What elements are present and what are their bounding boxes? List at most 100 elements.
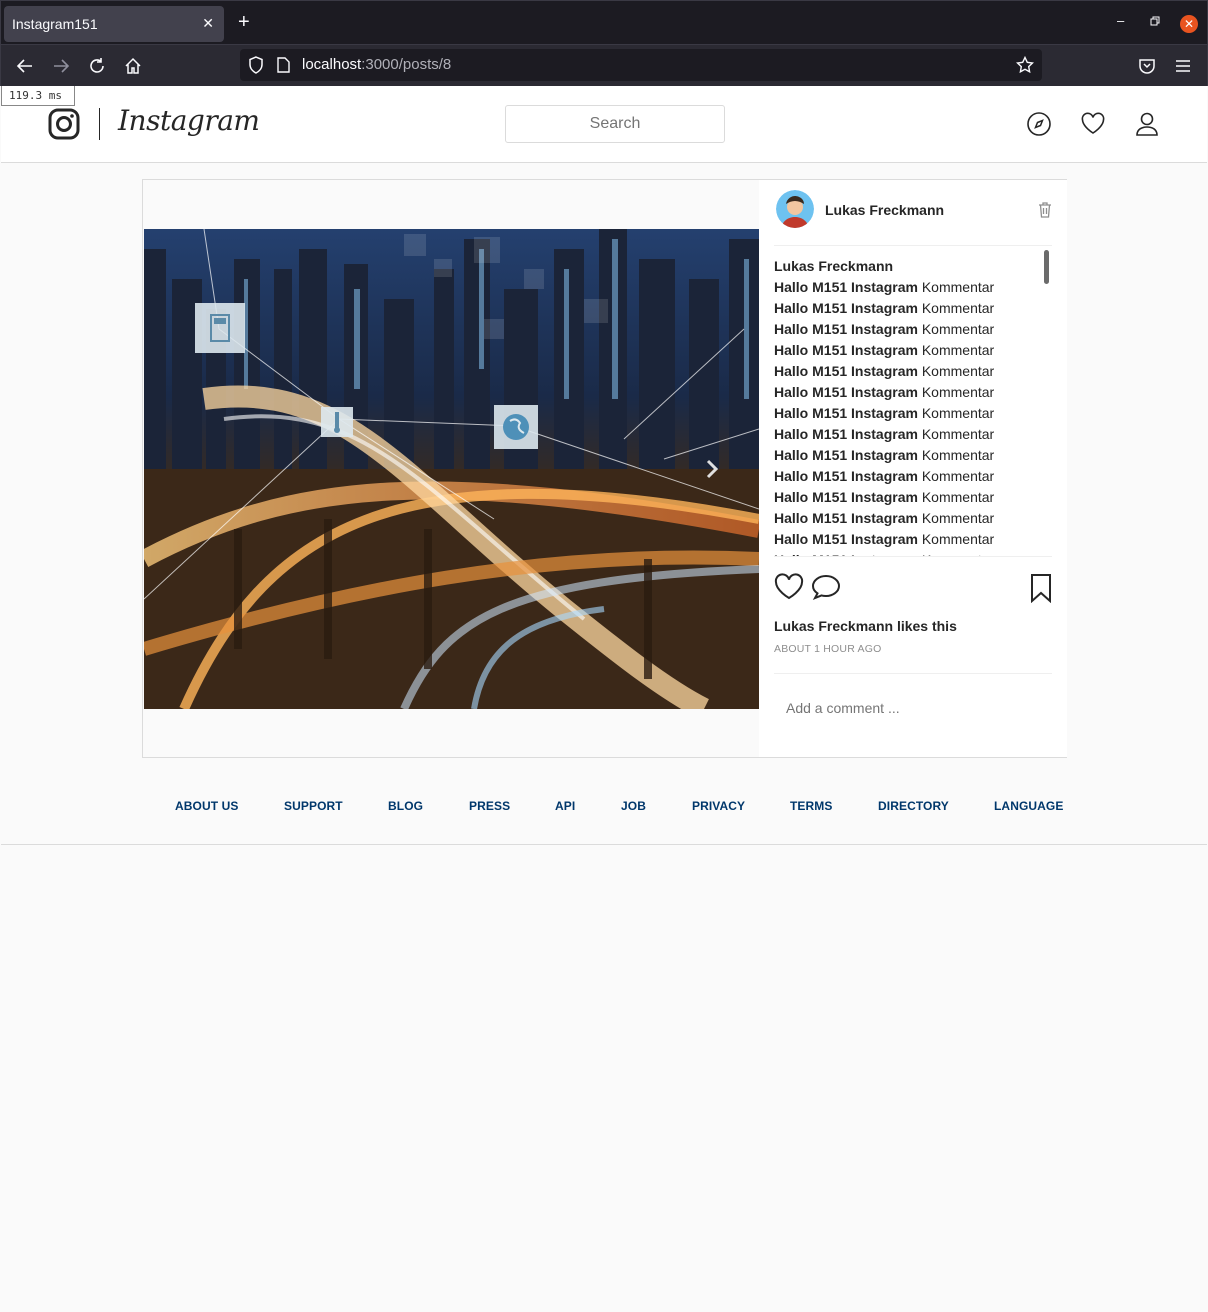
tab-title: Instagram151 (12, 16, 98, 32)
comment-input[interactable] (774, 690, 1052, 726)
home-icon[interactable] (121, 54, 145, 78)
post-author-name[interactable]: Lukas Freckmann (825, 202, 944, 218)
browser-navbar: localhost:3000/posts/8 (0, 45, 1208, 86)
comment-bubble-icon[interactable] (811, 574, 841, 605)
comment-text: Kommentar (921, 405, 995, 421)
comment-text: Kommentar (921, 300, 995, 316)
caption: Lukas Freckmann (774, 258, 894, 274)
comment-row: Hallo M151 Instagram Kommentar (774, 466, 1052, 487)
browser-tabbar: Instagram151 ✕ + – ✕ (0, 0, 1208, 45)
reload-icon[interactable] (85, 54, 109, 78)
comment-user[interactable]: Hallo M151 Instagram (774, 300, 918, 316)
pocket-icon[interactable] (1135, 54, 1159, 78)
window-close-icon[interactable]: ✕ (1180, 15, 1198, 33)
footer-link-directory[interactable]: DIRECTORY (878, 799, 949, 813)
comment-user[interactable]: Hallo M151 Instagram (774, 342, 918, 358)
tab-close-icon[interactable]: ✕ (202, 15, 214, 32)
delete-trash-icon[interactable] (1038, 202, 1052, 223)
page: 119.3 ms Instagram Search Lukas Freckman… (1, 86, 1207, 1311)
comment-row: Hallo M151 Instagram Kommentar (774, 319, 1052, 340)
timing-badge: 119.3 ms (1, 86, 75, 106)
comment-divider (774, 673, 1052, 674)
comment-row: Hallo M151 Instagram Kommentar (774, 550, 1052, 556)
bookmark-star-icon[interactable] (1015, 55, 1035, 78)
logo-divider (99, 108, 100, 140)
comment-row: Hallo M151 Instagram Kommentar (774, 529, 1052, 550)
forward-icon[interactable] (49, 54, 73, 78)
post-author-row: Lukas Freckmann (774, 190, 1052, 246)
avatar[interactable] (776, 190, 814, 228)
menu-icon[interactable] (1171, 54, 1195, 78)
comment-row: Hallo M151 Instagram Kommentar (774, 424, 1052, 445)
comment-row: Hallo M151 Instagram Kommentar (774, 361, 1052, 382)
comment-row: Hallo M151 Instagram Kommentar (774, 298, 1052, 319)
comment-row: Hallo M151 Instagram Kommentar (774, 382, 1052, 403)
footer-link-job[interactable]: JOB (621, 799, 646, 813)
footer-link-about-us[interactable]: ABOUT US (175, 799, 238, 813)
footer-link-press[interactable]: PRESS (469, 799, 510, 813)
comment-text: Kommentar (921, 342, 995, 358)
comment-text: Kommentar (921, 447, 995, 463)
back-icon[interactable] (13, 54, 37, 78)
url-bar[interactable]: localhost:3000/posts/8 (240, 49, 1042, 81)
comment-text: Kommentar (922, 552, 994, 556)
comment-row: Hallo M151 Instagram Kommentar (774, 508, 1052, 529)
post-actions (774, 573, 1052, 606)
comment-row: Hallo M151 Instagram Kommentar (774, 340, 1052, 361)
comment-text: Kommentar (921, 426, 995, 442)
post-image[interactable] (144, 229, 759, 709)
minimize-icon[interactable]: – (1117, 13, 1124, 28)
comment-text: Kommentar (921, 531, 995, 547)
post-sidebar: Lukas Freckmann Lukas Freckmann Hallo M1… (759, 180, 1067, 757)
comment-user[interactable]: Hallo M151 Instagram (774, 489, 918, 505)
comment-user[interactable]: Hallo M151 Instagram (774, 384, 918, 400)
comment-user[interactable]: Hallo M151 Instagram (774, 279, 918, 295)
footer-link-terms[interactable]: TERMS (790, 799, 833, 813)
browser-tab[interactable]: Instagram151 ✕ (4, 6, 224, 42)
new-tab-icon[interactable]: + (238, 12, 250, 32)
shield-icon[interactable] (248, 56, 264, 78)
comment-row: Hallo M151 Instagram Kommentar (774, 403, 1052, 424)
like-heart-icon[interactable] (774, 573, 804, 606)
comment-row: Hallo M151 Instagram Kommentar (774, 445, 1052, 466)
comment-user[interactable]: Hallo M151 Instagram (774, 363, 918, 379)
comment-user[interactable]: Hallo M151 Instagram (774, 426, 918, 442)
comment-text: Kommentar (921, 510, 995, 526)
comment-row: Hallo M151 Instagram Kommentar (774, 487, 1052, 508)
comment-text: Kommentar (921, 321, 995, 337)
footer-link-blog[interactable]: BLOG (388, 799, 423, 813)
restore-icon[interactable] (1150, 14, 1160, 29)
comment-user[interactable]: Hallo M151 Instagram (774, 552, 918, 556)
footer-link-language[interactable]: LANGUAGE (994, 799, 1063, 813)
post-timestamp: ABOUT 1 HOUR AGO (774, 643, 882, 655)
comment-user[interactable]: Hallo M151 Instagram (774, 468, 918, 484)
likes-text[interactable]: Lukas Freckmann likes this (774, 618, 957, 634)
explore-compass-icon[interactable] (1026, 111, 1052, 137)
site-header: Instagram (1, 86, 1207, 163)
comment-text: Kommentar (921, 279, 995, 295)
save-bookmark-icon[interactable] (1030, 573, 1052, 608)
page-icon (277, 57, 290, 77)
comment-text: Kommentar (921, 384, 995, 400)
comment-user[interactable]: Hallo M151 Instagram (774, 405, 918, 421)
comment-text: Kommentar (921, 489, 995, 505)
search-input[interactable] (505, 105, 725, 143)
instagram-camera-icon[interactable] (48, 108, 80, 145)
activity-heart-icon[interactable] (1080, 111, 1106, 137)
comment-user[interactable]: Hallo M151 Instagram (774, 510, 918, 526)
comment-user[interactable]: Hallo M151 Instagram (774, 447, 918, 463)
comment-row: Hallo M151 Instagram Kommentar (774, 277, 1052, 298)
comment-scrollbar[interactable] (1044, 250, 1049, 284)
comment-text: Kommentar (921, 468, 995, 484)
comment-user[interactable]: Hallo M151 Instagram (774, 321, 918, 337)
url-text[interactable]: localhost:3000/posts/8 (302, 56, 451, 73)
comment-user[interactable]: Hallo M151 Instagram (774, 531, 918, 547)
profile-user-icon[interactable] (1134, 111, 1160, 137)
footer-link-api[interactable]: API (555, 799, 575, 813)
instagram-wordmark[interactable]: Instagram (118, 104, 260, 137)
site-footer: ABOUT US SUPPORT BLOG PRESS API JOB PRIV… (1, 786, 1207, 845)
comment-list[interactable]: Lukas Freckmann Hallo M151 Instagram Kom… (774, 256, 1052, 557)
comment-text: Kommentar (921, 363, 995, 379)
footer-link-support[interactable]: SUPPORT (284, 799, 343, 813)
footer-link-privacy[interactable]: PRIVACY (692, 799, 745, 813)
